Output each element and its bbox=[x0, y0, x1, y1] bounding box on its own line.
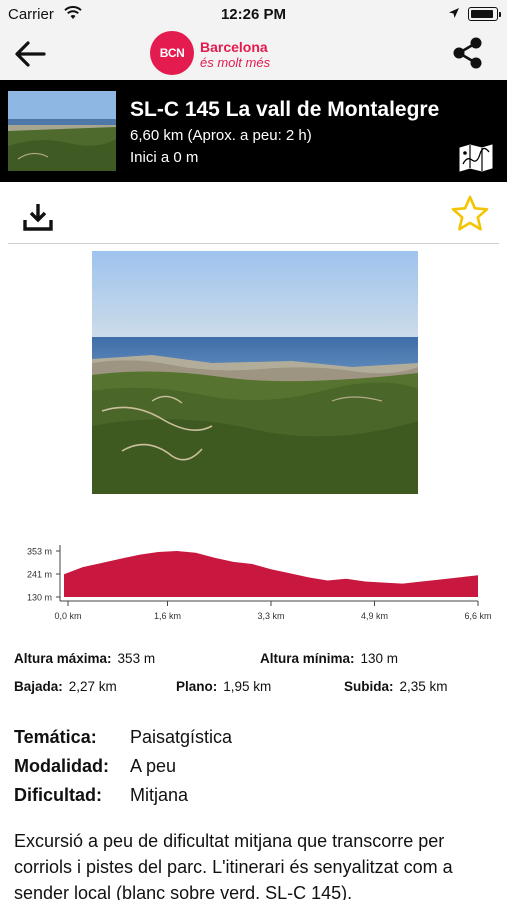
y-tick-label: 241 m bbox=[27, 570, 52, 580]
prop-theme-label: Temática: bbox=[14, 727, 97, 747]
elevation-area bbox=[64, 551, 478, 597]
logo-line2: és molt més bbox=[200, 55, 271, 70]
route-description: Excursió a peu de dificultat mitjana que… bbox=[14, 831, 453, 900]
logo-badge: BCN bbox=[150, 31, 194, 75]
favorite-star-icon[interactable] bbox=[450, 194, 490, 234]
prop-difficulty-value: Mitjana bbox=[130, 785, 189, 805]
action-toolbar bbox=[0, 182, 507, 244]
status-bar: Carrier 12:26 PM bbox=[0, 0, 507, 28]
stat-min-label: Altura mínima: bbox=[260, 651, 355, 666]
route-title: SL-C 145 La vall de Montalegre bbox=[130, 98, 440, 121]
x-tick-label: 1,6 km bbox=[154, 611, 181, 621]
prop-difficulty-label: Dificultad: bbox=[14, 785, 102, 805]
back-arrow-icon[interactable] bbox=[12, 38, 48, 70]
elevation-chart: 353 m 241 m 130 m0,0 km 1,6 km 3,3 km 4,9 km 6… bbox=[27, 545, 492, 621]
stat-ascent-value: 2,35 km bbox=[399, 679, 448, 694]
share-icon[interactable] bbox=[450, 36, 486, 70]
stat-max-value: 353 m bbox=[117, 651, 156, 666]
stat-descent: Bajada: 2,27 km bbox=[14, 679, 117, 694]
divider bbox=[8, 243, 499, 244]
x-tick-label: 4,9 km bbox=[361, 611, 388, 621]
battery-icon bbox=[468, 7, 501, 21]
stat-min-value: 130 m bbox=[360, 651, 399, 666]
x-tick-label: 3,3 km bbox=[257, 611, 284, 621]
route-start: Inici a 0 m bbox=[130, 149, 199, 166]
logo-line1: Barcelona bbox=[200, 39, 268, 55]
nav-bar: BCN Barcelona és molt més bbox=[0, 28, 507, 80]
route-photo[interactable] bbox=[92, 251, 418, 494]
route-thumbnail[interactable] bbox=[8, 91, 116, 171]
stat-min-altitude: Altura mínima: 130 m bbox=[260, 651, 398, 666]
x-tick-label: 0,0 km bbox=[54, 611, 81, 621]
map-icon[interactable] bbox=[458, 144, 494, 172]
stat-max-label: Altura máxima: bbox=[14, 651, 112, 666]
location-arrow-icon bbox=[449, 8, 459, 18]
stat-ascent: Subida: 2,35 km bbox=[344, 679, 448, 694]
prop-mode-label: Modalidad: bbox=[14, 756, 109, 776]
stat-flat-label: Plano: bbox=[176, 679, 218, 694]
stat-ascent-label: Subida: bbox=[344, 679, 394, 694]
download-icon[interactable] bbox=[22, 202, 54, 232]
stat-max-altitude: Altura máxima: 353 m bbox=[14, 651, 155, 666]
brand-logo: BCN Barcelona és molt més bbox=[150, 31, 280, 75]
prop-theme-value: Paisatgística bbox=[130, 727, 233, 747]
stat-descent-label: Bajada: bbox=[14, 679, 63, 694]
stat-descent-value: 2,27 km bbox=[68, 679, 117, 694]
status-time: 12:26 PM bbox=[220, 6, 287, 23]
x-tick-label: 6,6 km bbox=[464, 611, 491, 621]
route-distance: 6,60 km (Aprox. a peu: 2 h) bbox=[130, 127, 312, 144]
route-header: SL-C 145 La vall de Montalegre 6,60 km (… bbox=[0, 80, 507, 182]
elevation-stats: Altura máxima: 353 m Altura mínima: 130 m … bbox=[0, 648, 507, 698]
y-tick-label: 353 m bbox=[27, 547, 52, 557]
y-tick-label: 130 m bbox=[27, 593, 52, 603]
stat-flat: Plano: 1,95 km bbox=[176, 679, 271, 694]
prop-mode-value: A peu bbox=[130, 756, 177, 776]
stat-flat-value: 1,95 km bbox=[223, 679, 272, 694]
